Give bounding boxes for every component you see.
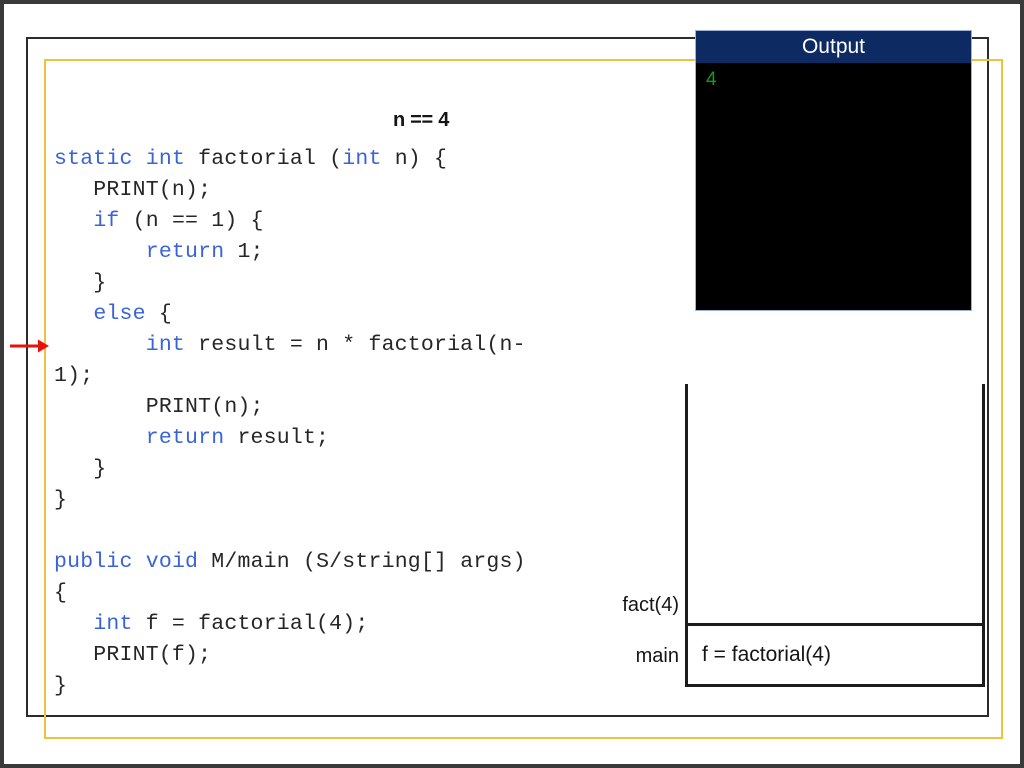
stack-frame-fact-label: fact(4) xyxy=(622,594,679,616)
code-line: 1); xyxy=(54,361,694,392)
code-listing: static int factorial (int n) { PRINT(n);… xyxy=(54,144,694,702)
slide-canvas: n == 4 static int factorial (int n) { PR… xyxy=(0,0,1024,768)
code-line: } xyxy=(54,671,694,702)
code-line: return 1; xyxy=(54,237,694,268)
code-line: static int factorial (int n) { xyxy=(54,144,694,175)
output-window-body: 4 xyxy=(696,63,971,310)
code-keyword: else xyxy=(93,302,146,326)
code-text: result = n * factorial(n- xyxy=(185,333,526,357)
stack-frame-main-label: main xyxy=(635,645,679,667)
output-window: Output 4 xyxy=(695,30,972,311)
code-text: } xyxy=(54,457,107,481)
code-text: } xyxy=(54,674,68,698)
code-keyword: return xyxy=(145,426,225,450)
code-text: (n == 1) { xyxy=(119,209,264,233)
code-text: 1); xyxy=(54,364,94,388)
code-keyword: public xyxy=(54,550,133,574)
code-keyword: static xyxy=(54,147,133,171)
code-text: PRINT(n); xyxy=(54,178,212,202)
call-stack-diagram: f = factorial(4) xyxy=(685,384,985,687)
code-line: } xyxy=(54,454,694,485)
code-text: n) { xyxy=(381,147,448,171)
stack-frame-main-content: f = factorial(4) xyxy=(702,643,831,666)
code-keyword: int xyxy=(342,147,382,171)
code-line: return result; xyxy=(54,423,694,454)
code-line: int result = n * factorial(n- xyxy=(54,330,694,361)
red-arrow-right-icon xyxy=(10,337,50,355)
code-keyword: return xyxy=(145,240,225,264)
code-text: { xyxy=(54,581,68,605)
code-text: } xyxy=(54,488,68,512)
code-line xyxy=(54,516,694,547)
stack-frame-main: f = factorial(4) xyxy=(685,626,985,687)
code-text: factorial ( xyxy=(185,147,343,171)
code-text: PRINT(n); xyxy=(54,395,264,419)
code-keyword: int xyxy=(145,333,186,357)
output-window-title: Output xyxy=(696,31,971,63)
code-line: public void M/main (S/string[] args) xyxy=(54,547,694,578)
code-keyword: int xyxy=(93,612,133,636)
code-text: result; xyxy=(224,426,330,450)
parameter-value-annotation: n == 4 xyxy=(393,109,450,131)
code-text: { xyxy=(145,302,172,326)
output-line: 4 xyxy=(706,69,717,90)
code-text: 1; xyxy=(224,240,264,264)
code-text: M/main (S/string[] args) xyxy=(198,550,526,574)
code-text: f = factorial(4); xyxy=(132,612,369,636)
code-line: } xyxy=(54,485,694,516)
code-keyword: void xyxy=(145,550,199,574)
code-line: else { xyxy=(54,299,694,330)
code-text: PRINT(f); xyxy=(54,643,212,667)
stack-frame-fact xyxy=(685,384,985,626)
code-text: } xyxy=(54,271,107,295)
code-keyword: if xyxy=(93,209,120,233)
code-line: PRINT(n); xyxy=(54,392,694,423)
code-keyword: int xyxy=(145,147,186,171)
code-line: } xyxy=(54,268,694,299)
code-line: if (n == 1) { xyxy=(54,206,694,237)
code-line: PRINT(n); xyxy=(54,175,694,206)
